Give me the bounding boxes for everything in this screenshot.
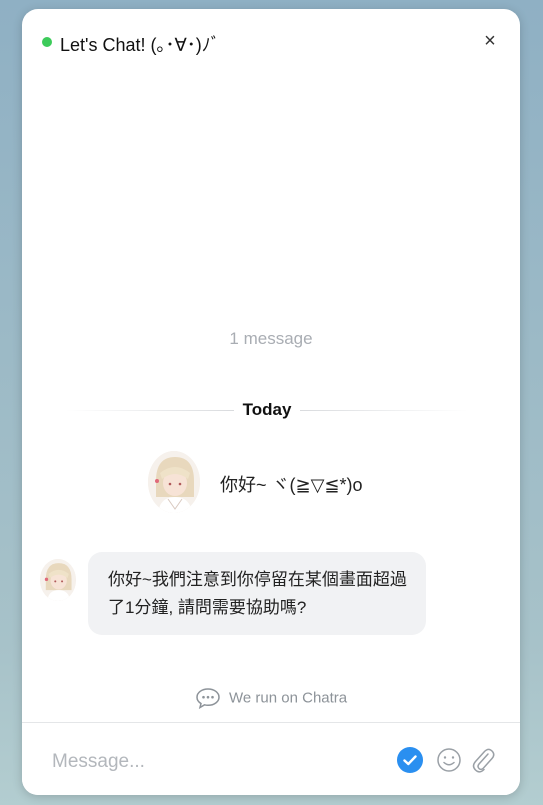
paperclip-icon [472, 748, 495, 773]
powered-by-link[interactable]: We run on Chatra [22, 687, 520, 711]
date-divider: Today [66, 399, 468, 421]
agent-portrait-small-icon [40, 559, 76, 601]
emoji-button[interactable] [435, 746, 463, 774]
message-count: 1 message [229, 329, 313, 348]
powered-by-text: We run on Chatra [229, 689, 348, 707]
smiley-icon [437, 748, 461, 772]
chat-header: Let's Chat! (｡･∀･)ﾉﾞ × [22, 9, 520, 73]
online-status-dot [42, 37, 52, 47]
agent-message-bubble: 你好~我們注意到你停留在某個畫面超過了1分鐘, 請問需要協助嗎? [88, 552, 426, 635]
agent-avatar-small [40, 559, 76, 601]
message-composer [22, 722, 520, 795]
chat-widget: Let's Chat! (｡･∀･)ﾉﾞ × 1 message Today 你… [22, 9, 520, 795]
greeting-text: 你好~ ヾ(≧▽≦*)o [220, 475, 363, 495]
message-input[interactable] [50, 747, 354, 777]
agent-portrait-icon [148, 451, 200, 513]
attach-button[interactable] [469, 745, 497, 775]
speech-bubble-icon [196, 688, 220, 709]
check-circle-icon [403, 755, 417, 766]
send-button[interactable] [397, 747, 423, 773]
chat-title: Let's Chat! (｡･∀･)ﾉﾞ [60, 35, 220, 55]
agent-avatar-large [148, 451, 200, 513]
close-button[interactable]: × [478, 29, 502, 53]
divider-line-right [300, 410, 468, 411]
